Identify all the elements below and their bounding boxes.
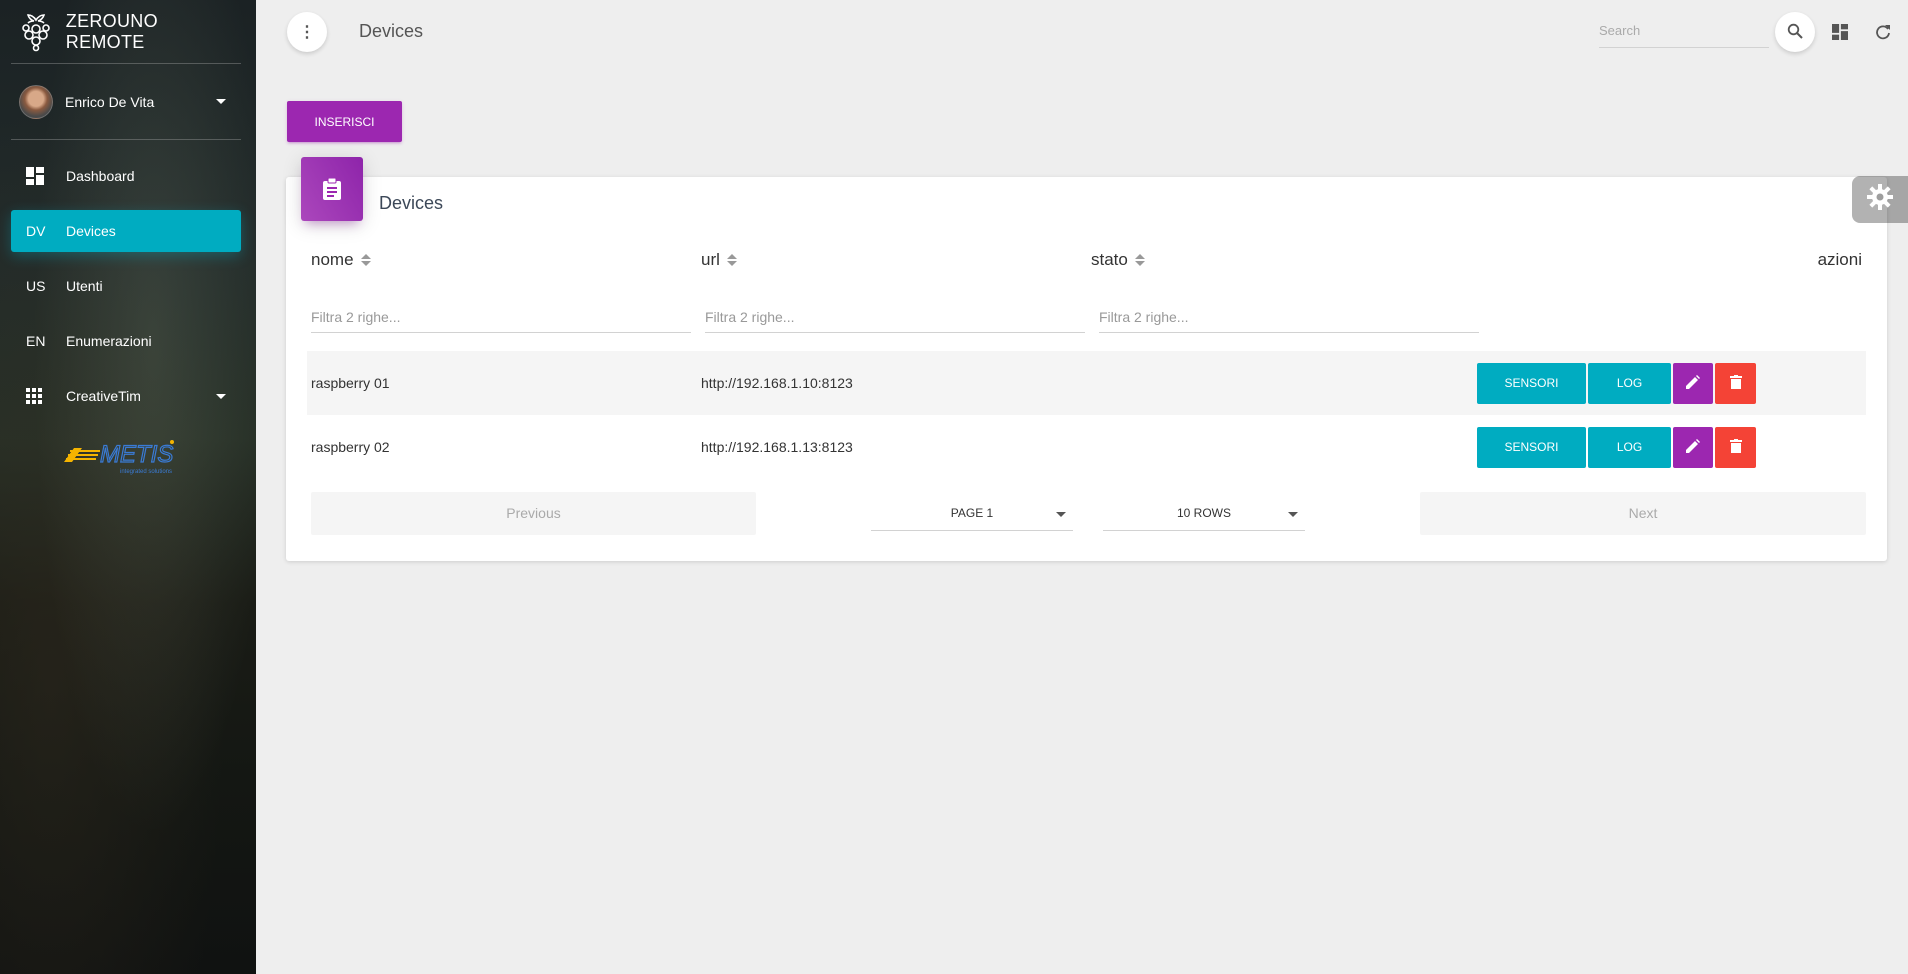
user-name: Enrico De Vita [65,93,155,110]
table-row: raspberry 01 http://192.168.1.10:8123 SE… [307,351,1866,415]
filter-url-input[interactable] [705,301,1085,333]
metis-logo: METIS integrated solutions [60,430,195,480]
sensori-button[interactable]: SENSORI [1477,426,1586,468]
edit-button[interactable] [1673,426,1713,468]
cell-nome: raspberry 02 [311,439,390,455]
page-select[interactable]: PAGE 1 [871,495,1073,531]
sensori-button[interactable]: SENSORI [1477,362,1586,404]
more-vert-icon: ⋮ [299,24,315,41]
table-header: nome url stato azioni [307,237,1866,283]
settings-button[interactable] [1852,176,1908,223]
sidebar-nav: Dashboard DV Devices US Utenti EN Enumer… [0,155,256,417]
sidebar-item-label: Enumerazioni [66,333,152,349]
sort-icon [1134,254,1145,266]
sidebar-item-creativetim[interactable]: CreativeTim [11,375,241,417]
chevron-down-icon [1288,512,1298,517]
edit-button[interactable] [1673,362,1713,404]
brand[interactable]: ZEROUNO REMOTE [11,0,241,64]
pencil-icon [1686,374,1700,392]
sidebar-item-dashboard[interactable]: Dashboard [11,155,241,197]
search-field [1599,15,1769,48]
clipboard-icon [301,157,363,221]
sidebar-item-mini: DV [26,223,46,239]
main-content: ⋮ Devices INSERISCI Devices nome [256,0,1908,974]
page-select-value: PAGE 1 [950,505,994,520]
pencil-icon [1686,438,1700,456]
filter-nome-input[interactable] [311,301,691,333]
dashboard-icon[interactable] [1830,22,1850,42]
filter-row [307,283,1866,351]
apps-icon [26,388,66,404]
previous-button[interactable]: Previous [311,491,756,535]
rows-select[interactable]: 10 ROWS [1103,495,1305,531]
column-header-nome[interactable]: nome [307,250,697,270]
sidebar-item-mini: US [26,278,46,294]
log-button[interactable]: LOG [1588,362,1671,404]
metis-logo-tagline: integrated solutions [120,469,172,475]
avatar [19,84,53,119]
sidebar-item-label: Utenti [66,278,103,294]
search-icon [1787,23,1803,42]
sidebar-item-label: CreativeTim [66,388,141,404]
cell-url: http://192.168.1.10:8123 [701,375,853,391]
delete-button[interactable] [1715,426,1756,468]
topbar: ⋮ Devices [256,0,1908,64]
table-row: raspberry 02 http://192.168.1.13:8123 SE… [307,415,1866,479]
gear-icon [1866,183,1894,216]
column-header-stato[interactable]: stato [1087,250,1477,270]
column-label: nome [311,250,354,269]
sidebar-item-label: Devices [66,223,116,239]
page-title: Devices [359,21,424,41]
delete-button[interactable] [1715,362,1756,404]
column-header-azioni: azioni [1477,250,1866,270]
trash-icon [1729,374,1742,392]
dashboard-icon [26,167,66,185]
refresh-icon[interactable] [1873,22,1893,42]
more-menu-button[interactable]: ⋮ [287,12,327,52]
chevron-down-icon [216,393,226,399]
column-header-url[interactable]: url [697,250,1087,270]
sidebar-item-label: Dashboard [66,168,135,184]
trash-icon [1729,438,1742,456]
cell-url: http://192.168.1.13:8123 [701,439,853,455]
sidebar-item-mini: EN [26,333,46,349]
raspberry-pi-icon [17,9,55,55]
column-label: azioni [1817,250,1862,269]
card-title: Devices [379,193,444,213]
next-button[interactable]: Next [1420,491,1866,535]
rows-select-value: 10 ROWS [1176,505,1231,520]
column-label: url [701,250,720,269]
sidebar-item-devices[interactable]: DV Devices [11,210,241,252]
search-button[interactable] [1775,12,1815,52]
sidebar: ZEROUNO REMOTE Enrico De Vita Dashboard … [0,0,256,974]
devices-card: Devices nome url stato azioni Filtra 2 r… [286,157,1887,561]
user-menu[interactable]: Enrico De Vita [11,64,241,140]
chevron-down-icon [216,99,226,104]
row-actions: SENSORI LOG [1477,426,1756,468]
metis-logo-text: METIS [100,441,173,468]
sort-icon [726,254,737,266]
sort-icon [360,254,371,266]
brand-name: ZEROUNO REMOTE [65,10,158,52]
pagination: Previous PAGE 1 10 ROWS Next [307,483,1866,543]
insert-button[interactable]: INSERISCI [287,101,402,142]
sidebar-item-enumerazioni[interactable]: EN Enumerazioni [11,320,241,362]
devices-table: nome url stato azioni Filtra 2 righe... … [307,237,1866,543]
sidebar-item-utenti[interactable]: US Utenti [11,265,241,307]
cell-nome: raspberry 01 [311,375,390,391]
log-button[interactable]: LOG [1588,426,1671,468]
filter-stato-input[interactable] [1099,301,1479,333]
row-actions: SENSORI LOG [1477,362,1756,404]
search-input[interactable] [1599,15,1769,45]
column-label: stato [1091,250,1128,269]
chevron-down-icon [1056,512,1066,517]
